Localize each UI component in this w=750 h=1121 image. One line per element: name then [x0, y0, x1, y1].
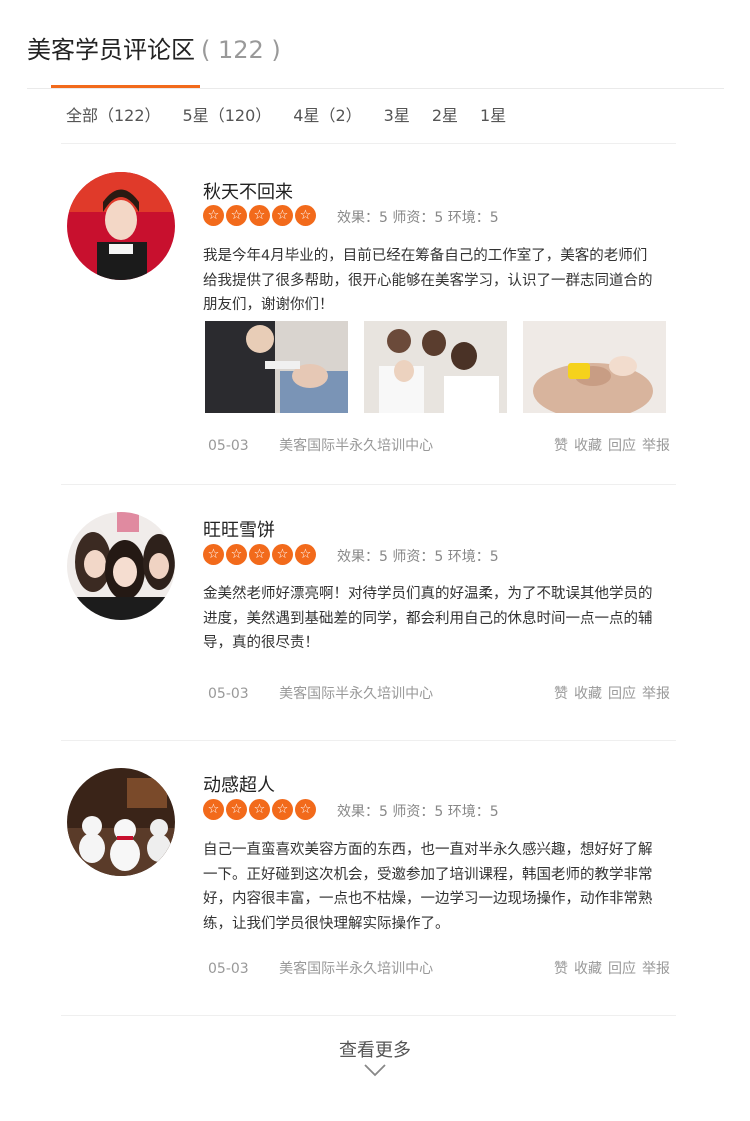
reviewer-name: 动感超人	[203, 775, 275, 796]
filter-1-star[interactable]: 1星	[480, 102, 506, 126]
star-icon: ☆	[203, 205, 224, 226]
star-icon: ☆	[295, 544, 316, 565]
review-divider	[61, 1015, 676, 1016]
star-icon: ☆	[249, 544, 270, 565]
like-button[interactable]: 赞	[554, 683, 568, 703]
review-card: 动感超人 ☆ ☆ ☆ ☆ ☆ 效果：5 师资：5 环境：5 自己一直蛮喜欢美容方…	[61, 741, 676, 1016]
review-actions: 赞 收藏 回应 举报	[554, 958, 670, 978]
review-date: 05-03	[208, 686, 249, 702]
star-icon: ☆	[249, 205, 270, 226]
review-photo[interactable]	[205, 321, 348, 413]
score-summary: 效果：5 师资：5 环境：5	[337, 804, 499, 820]
favorite-button[interactable]: 收藏	[574, 683, 602, 703]
reply-button[interactable]: 回应	[608, 958, 636, 978]
like-button[interactable]: 赞	[554, 958, 568, 978]
review-photo[interactable]	[364, 321, 507, 413]
avatar-image	[67, 172, 175, 280]
score-summary: 效果：5 师资：5 环境：5	[337, 210, 499, 226]
review-meta: 05-03 美客国际半永久培训中心 赞 收藏 回应 举报	[208, 435, 670, 455]
score-summary: 效果：5 师资：5 环境：5	[337, 549, 499, 565]
review-date: 05-03	[208, 438, 249, 454]
review-count: ( 122 )	[201, 36, 281, 64]
star-icon: ☆	[203, 544, 224, 565]
star-icon: ☆	[295, 799, 316, 820]
view-more-label[interactable]: 查看更多	[339, 1040, 411, 1061]
star-icon: ☆	[226, 544, 247, 565]
reviewer-name: 秋天不回来	[203, 182, 293, 203]
filter-all[interactable]: 全部（122）	[66, 102, 161, 126]
star-icon: ☆	[272, 799, 293, 820]
review-date: 05-03	[208, 961, 249, 977]
favorite-button[interactable]: 收藏	[574, 435, 602, 455]
review-meta: 05-03 美客国际半永久培训中心 赞 收藏 回应 举报	[208, 958, 670, 978]
header-divider	[27, 88, 724, 89]
report-button[interactable]: 举报	[642, 683, 670, 703]
star-rating: ☆ ☆ ☆ ☆ ☆	[203, 799, 316, 820]
star-icon: ☆	[226, 205, 247, 226]
avatar[interactable]	[67, 512, 175, 620]
star-icon: ☆	[295, 205, 316, 226]
like-button[interactable]: 赞	[554, 435, 568, 455]
rating-filter-bar: 全部（122） 5星（120） 4星（2） 3星 2星 1星	[66, 102, 506, 126]
review-meta: 05-03 美客国际半永久培训中心 赞 收藏 回应 举报	[208, 683, 670, 703]
view-more[interactable]: 查看更多	[0, 1036, 750, 1077]
review-header: 美客学员评论区( 122 )	[0, 0, 750, 90]
star-icon: ☆	[272, 205, 293, 226]
review-text: 自己一直蛮喜欢美容方面的东西，也一直对半永久感兴趣，想好好了解一下。正好碰到这次…	[203, 842, 653, 932]
review-actions: 赞 收藏 回应 举报	[554, 683, 670, 703]
review-text: 我是今年4月毕业的，目前已经在筹备自己的工作室了，美客的老师们给我提供了很多帮助…	[203, 248, 653, 313]
school-link[interactable]: 美客国际半永久培训中心	[279, 438, 433, 454]
review-text: 金美然老师好漂亮啊！对待学员们真的好温柔，为了不耽误其他学员的进度，美然遇到基础…	[203, 586, 653, 651]
school-link[interactable]: 美客国际半永久培训中心	[279, 961, 433, 977]
filter-4-star[interactable]: 4星（2）	[293, 102, 361, 126]
report-button[interactable]: 举报	[642, 958, 670, 978]
filter-2-star[interactable]: 2星	[432, 102, 458, 126]
favorite-button[interactable]: 收藏	[574, 958, 602, 978]
star-icon: ☆	[249, 799, 270, 820]
review-photos	[205, 321, 666, 413]
review-photo[interactable]	[523, 321, 666, 413]
star-icon: ☆	[203, 799, 224, 820]
star-icon: ☆	[226, 799, 247, 820]
avatar-image	[67, 512, 175, 620]
star-icon: ☆	[272, 544, 293, 565]
star-rating: ☆ ☆ ☆ ☆ ☆	[203, 544, 316, 565]
avatar-image	[67, 768, 175, 876]
page-title: 美客学员评论区( 122 )	[27, 30, 281, 65]
reply-button[interactable]: 回应	[608, 435, 636, 455]
review-card: 旺旺雪饼 ☆ ☆ ☆ ☆ ☆ 效果：5 师资：5 环境：5 金美然老师好漂亮啊！…	[61, 485, 676, 741]
chevron-down-icon[interactable]	[364, 1063, 386, 1077]
filter-5-star[interactable]: 5星（120）	[183, 102, 272, 126]
title-text: 美客学员评论区	[27, 36, 195, 64]
reply-button[interactable]: 回应	[608, 683, 636, 703]
avatar[interactable]	[67, 172, 175, 280]
star-rating: ☆ ☆ ☆ ☆ ☆	[203, 205, 316, 226]
review-card: 秋天不回来 ☆ ☆ ☆ ☆ ☆ 效果：5 师资：5 环境：5 我是今年4月毕业的…	[61, 144, 676, 485]
school-link[interactable]: 美客国际半永久培训中心	[279, 686, 433, 702]
filter-3-star[interactable]: 3星	[384, 102, 410, 126]
reviewer-name: 旺旺雪饼	[203, 520, 275, 541]
avatar[interactable]	[67, 768, 175, 876]
review-actions: 赞 收藏 回应 举报	[554, 435, 670, 455]
report-button[interactable]: 举报	[642, 435, 670, 455]
